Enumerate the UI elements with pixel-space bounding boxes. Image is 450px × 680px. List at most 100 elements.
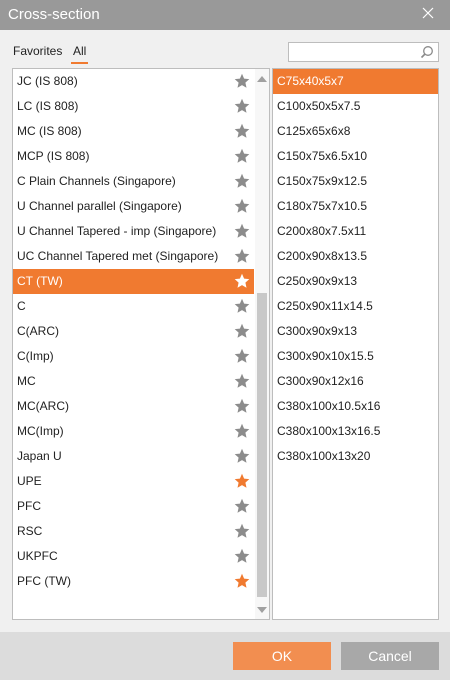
list-item-label: C180x75x7x10.5 bbox=[277, 199, 368, 213]
list-item[interactable]: CT (TW) bbox=[13, 269, 254, 294]
star-icon[interactable] bbox=[234, 248, 250, 264]
list-item-label: C200x90x8x13.5 bbox=[277, 249, 368, 263]
list-item[interactable]: MCP (IS 808) bbox=[13, 144, 254, 169]
list-item[interactable]: C200x90x8x13.5 bbox=[273, 244, 438, 269]
close-icon[interactable] bbox=[420, 5, 436, 21]
list-item-label: C200x80x7.5x11 bbox=[277, 224, 367, 238]
star-icon[interactable] bbox=[234, 398, 250, 414]
list-item-label: C(Imp) bbox=[17, 349, 54, 363]
list-item[interactable]: UKPFC bbox=[13, 544, 254, 569]
star-icon[interactable] bbox=[234, 198, 250, 214]
list-item[interactable]: C150x75x9x12.5 bbox=[273, 169, 438, 194]
search-icon[interactable] bbox=[420, 45, 434, 59]
star-icon[interactable] bbox=[234, 548, 250, 564]
chevron-up-icon[interactable] bbox=[257, 75, 267, 83]
list-item[interactable]: PFC (TW) bbox=[13, 569, 254, 594]
list-item[interactable]: C180x75x7x10.5 bbox=[273, 194, 438, 219]
list-item-label: U Channel parallel (Singapore) bbox=[17, 199, 182, 213]
list-item-label: C380x100x10.5x16 bbox=[277, 399, 381, 413]
list-item-label: CT (TW) bbox=[17, 274, 63, 288]
list-item-label: LC (IS 808) bbox=[17, 99, 79, 113]
list-item[interactable]: PFC bbox=[13, 494, 254, 519]
star-icon[interactable] bbox=[234, 523, 250, 539]
scrollbar-thumb[interactable] bbox=[257, 293, 267, 597]
list-item-label: C300x90x9x13 bbox=[277, 324, 358, 338]
list-item[interactable]: C300x90x10x15.5 bbox=[273, 344, 438, 369]
tab-all[interactable]: All bbox=[70, 44, 89, 64]
scrollbar[interactable] bbox=[255, 69, 269, 619]
list-item[interactable]: C Plain Channels (Singapore) bbox=[13, 169, 254, 194]
star-icon[interactable] bbox=[234, 323, 250, 339]
list-item[interactable]: C250x90x11x14.5 bbox=[273, 294, 438, 319]
list-item-label: C300x90x10x15.5 bbox=[277, 349, 374, 363]
title-bar: Cross-section bbox=[0, 0, 450, 30]
list-item-label: C75x40x5x7 bbox=[277, 74, 344, 88]
cancel-button[interactable]: Cancel bbox=[341, 642, 439, 670]
list-item[interactable]: Japan U bbox=[13, 444, 254, 469]
list-item[interactable]: MC bbox=[13, 369, 254, 394]
star-icon[interactable] bbox=[234, 348, 250, 364]
list-item-label: C250x90x9x13 bbox=[277, 274, 358, 288]
list-item[interactable]: C300x90x9x13 bbox=[273, 319, 438, 344]
chevron-down-icon[interactable] bbox=[257, 606, 267, 614]
star-icon[interactable] bbox=[234, 298, 250, 314]
list-item-label: U Channel Tapered - imp (Singapore) bbox=[17, 224, 217, 238]
list-item[interactable]: U Channel parallel (Singapore) bbox=[13, 194, 254, 219]
list-item[interactable]: C100x50x5x7.5 bbox=[273, 94, 438, 119]
list-item[interactable]: MC (IS 808) bbox=[13, 119, 254, 144]
list-item[interactable]: C(Imp) bbox=[13, 344, 254, 369]
list-item[interactable]: UC Channel Tapered met (Singapore) bbox=[13, 244, 254, 269]
star-icon[interactable] bbox=[234, 98, 250, 114]
list-item[interactable]: C(ARC) bbox=[13, 319, 254, 344]
list-item[interactable]: C200x80x7.5x11 bbox=[273, 219, 438, 244]
window-title: Cross-section bbox=[8, 6, 100, 23]
list-item[interactable]: C75x40x5x7 bbox=[273, 69, 438, 94]
list-item[interactable]: C250x90x9x13 bbox=[273, 269, 438, 294]
star-icon[interactable] bbox=[234, 73, 250, 89]
list-item[interactable]: JC (IS 808) bbox=[13, 69, 254, 94]
list-item-label: C Plain Channels (Singapore) bbox=[17, 174, 176, 188]
list-item[interactable]: C bbox=[13, 294, 254, 319]
star-icon[interactable] bbox=[234, 273, 250, 289]
list-item-label: Japan U bbox=[17, 449, 62, 463]
star-icon[interactable] bbox=[234, 223, 250, 239]
tab-favorites[interactable]: Favorites bbox=[13, 44, 62, 58]
star-icon[interactable] bbox=[234, 373, 250, 389]
list-item-label: MC(ARC) bbox=[17, 399, 69, 413]
list-item-label: PFC bbox=[17, 499, 41, 513]
list-item-label: C125x65x6x8 bbox=[277, 124, 351, 138]
star-icon[interactable] bbox=[234, 448, 250, 464]
list-item-label: JC (IS 808) bbox=[17, 74, 78, 88]
list-item[interactable]: C380x100x13x16.5 bbox=[273, 419, 438, 444]
search-input[interactable] bbox=[288, 42, 439, 62]
star-icon[interactable] bbox=[234, 148, 250, 164]
list-item-label: C150x75x9x12.5 bbox=[277, 174, 368, 188]
list-item[interactable]: C150x75x6.5x10 bbox=[273, 144, 438, 169]
list-item[interactable]: UPE bbox=[13, 469, 254, 494]
list-item-label: MC(Imp) bbox=[17, 424, 64, 438]
star-icon[interactable] bbox=[234, 473, 250, 489]
list-item[interactable]: RSC bbox=[13, 519, 254, 544]
star-icon[interactable] bbox=[234, 123, 250, 139]
list-item-label: C380x100x13x20 bbox=[277, 449, 371, 463]
list-item[interactable]: C125x65x6x8 bbox=[273, 119, 438, 144]
list-item[interactable]: MC(Imp) bbox=[13, 419, 254, 444]
list-item-label: C380x100x13x16.5 bbox=[277, 424, 381, 438]
star-icon[interactable] bbox=[234, 423, 250, 439]
list-item[interactable]: MC(ARC) bbox=[13, 394, 254, 419]
list-item-label: C250x90x11x14.5 bbox=[277, 299, 373, 313]
list-item[interactable]: C380x100x13x20 bbox=[273, 444, 438, 469]
list-item[interactable]: U Channel Tapered - imp (Singapore) bbox=[13, 219, 254, 244]
list-item-label: RSC bbox=[17, 524, 43, 538]
ok-button[interactable]: OK bbox=[233, 642, 331, 670]
list-item-label: PFC (TW) bbox=[17, 574, 71, 588]
list-item-label: MC bbox=[17, 374, 36, 388]
list-item[interactable]: C300x90x12x16 bbox=[273, 369, 438, 394]
star-icon[interactable] bbox=[234, 573, 250, 589]
list-item[interactable]: C380x100x10.5x16 bbox=[273, 394, 438, 419]
star-icon[interactable] bbox=[234, 498, 250, 514]
list-item-label: C300x90x12x16 bbox=[277, 374, 364, 388]
list-item[interactable]: LC (IS 808) bbox=[13, 94, 254, 119]
list-item-label: UPE bbox=[17, 474, 42, 488]
star-icon[interactable] bbox=[234, 173, 250, 189]
